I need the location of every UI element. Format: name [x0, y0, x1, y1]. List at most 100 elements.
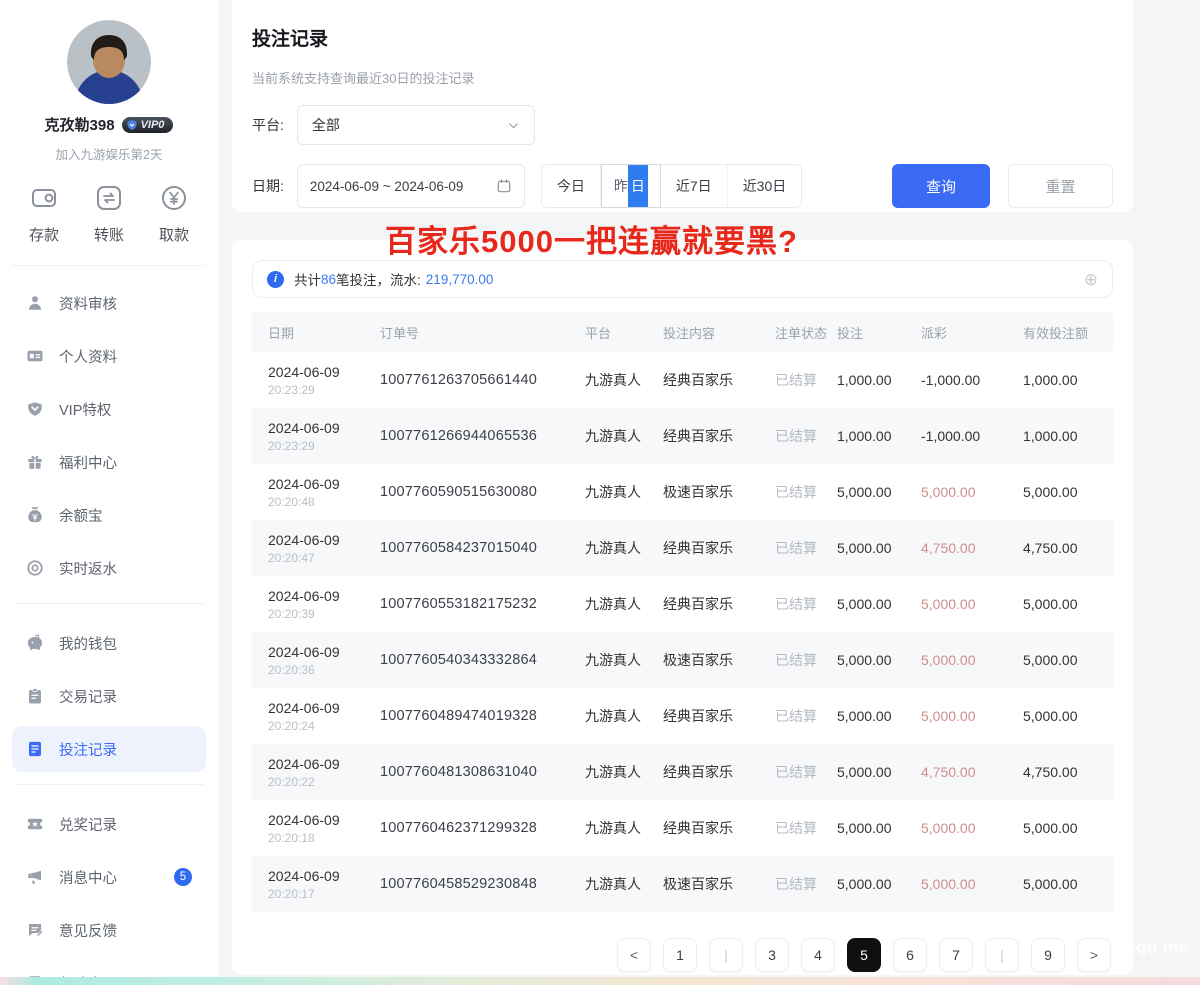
- cell-valid-amount: 4,750.00: [1023, 540, 1113, 556]
- cell-order-number: 1007760553182175232: [380, 596, 585, 612]
- cell-date: 2024-06-0920:20:18: [268, 812, 380, 845]
- cell-date: 2024-06-09 20:20:48: [268, 476, 380, 509]
- row-time: 20:20:47: [268, 551, 380, 565]
- sidebar-item-1-1[interactable]: 交易记录: [12, 673, 206, 719]
- summary-turnover: 219,770.00: [426, 272, 494, 287]
- column-header: 投注内容: [663, 323, 775, 342]
- ellipsis-button[interactable]: |: [709, 938, 743, 972]
- summary-prefix: 共计: [294, 269, 321, 289]
- cell-valid-amount: 1,000.00: [1023, 372, 1113, 388]
- cell-date: 2024-06-0920:23:29: [268, 364, 380, 397]
- search-button[interactable]: 查询: [892, 164, 990, 208]
- money-bag-icon: [26, 506, 46, 524]
- cell-payout: 5,000.00: [921, 820, 1023, 836]
- column-header: 投注: [837, 323, 921, 342]
- row-date: 2024-06-09: [268, 756, 380, 772]
- page-button-6[interactable]: 6: [893, 938, 927, 972]
- cell-bet-amount: 5,000.00: [837, 708, 921, 724]
- id-card-icon: [26, 347, 46, 365]
- date-range-input[interactable]: 2024-06-09 ~ 2024-06-09: [297, 164, 525, 208]
- pagination: <1 | 34567 | 9 >: [252, 938, 1113, 972]
- cell-payout: 4,750.00: [921, 764, 1023, 780]
- cell-bet-content: 经典百家乐: [663, 370, 775, 390]
- prev-page-button[interactable]: <: [617, 938, 651, 972]
- column-header: 有效投注额: [1023, 323, 1113, 342]
- user-avatar[interactable]: [67, 20, 151, 104]
- audit-icon: [26, 294, 46, 312]
- sidebar-menu: 资料审核个人资料 VIP特权福利中心余额宝实时返水我的钱包交易记录投注记录兑奖记录…: [0, 266, 218, 985]
- cell-valid-amount: 4,750.00: [1023, 764, 1113, 780]
- sidebar-item-0-5[interactable]: 实时返水: [12, 545, 206, 591]
- sidebar-item-label: 福利中心: [59, 452, 117, 473]
- quick-action-2[interactable]: 转账: [91, 180, 127, 245]
- page-button-7[interactable]: 7: [939, 938, 973, 972]
- plus-circle-icon[interactable]: ⊕: [1084, 271, 1098, 288]
- sidebar-item-2-2[interactable]: 意见反馈: [12, 907, 206, 953]
- platform-select[interactable]: 全部: [297, 105, 535, 145]
- cell-valid-amount: 1,000.00: [1023, 428, 1113, 444]
- reset-button[interactable]: 重置: [1008, 164, 1113, 208]
- summary-bar: i 共计86笔投注，流水: 219,770.00 ⊕: [252, 260, 1113, 298]
- cell-platform: 九游真人: [585, 818, 663, 838]
- quick-range-label: 近30日: [743, 176, 787, 196]
- quick-range-1[interactable]: 今日: [542, 165, 601, 207]
- cell-valid-amount: 5,000.00: [1023, 484, 1113, 500]
- next-page-button[interactable]: >: [1077, 938, 1111, 972]
- cell-status: 已结算: [775, 426, 837, 446]
- sidebar-item-1-2[interactable]: 投注记录: [12, 726, 206, 772]
- row-time: 20:20:22: [268, 775, 380, 789]
- vip-badge[interactable]: VIP0: [122, 117, 174, 133]
- gift-icon: [26, 453, 46, 471]
- table-row: 2024-06-0920:20:241007760489474019328九游真…: [252, 688, 1113, 744]
- page-button-1[interactable]: 1: [663, 938, 697, 972]
- row-date: 2024-06-09: [268, 476, 380, 492]
- cell-bet-content: 极速百家乐: [663, 650, 775, 670]
- quick-range-2[interactable]: 昨日: [601, 164, 661, 208]
- quick-range-4[interactable]: 近30日: [728, 165, 802, 207]
- quick-range-label: 昨: [614, 176, 628, 196]
- cell-status: 已结算: [775, 594, 837, 614]
- cell-date: 2024-06-0920:20:17: [268, 868, 380, 901]
- sidebar-item-label: 交易记录: [59, 686, 117, 707]
- row-time: 20:20:48: [268, 495, 380, 509]
- cell-bet-content: 经典百家乐: [663, 762, 775, 782]
- ellipsis-button[interactable]: |: [985, 938, 1019, 972]
- sidebar-item-0-0[interactable]: 资料审核: [12, 280, 206, 326]
- page-button-4[interactable]: 4: [801, 938, 835, 972]
- sidebar-item-1-0[interactable]: 我的钱包: [12, 620, 206, 666]
- row-date: 2024-06-09: [268, 644, 380, 660]
- sidebar-item-0-2[interactable]: VIP特权: [12, 386, 206, 432]
- quick-action-1[interactable]: 存款: [26, 180, 62, 245]
- sidebar-item-0-1[interactable]: 个人资料: [12, 333, 206, 379]
- row-time: 20:20:17: [268, 887, 380, 901]
- page-button-9[interactable]: 9: [1031, 938, 1065, 972]
- sidebar-item-label: 余额宝: [59, 505, 103, 526]
- column-header: 注单状态: [775, 323, 837, 342]
- row-date: 2024-06-09: [268, 364, 380, 380]
- date-range-value: 2024-06-09 ~ 2024-06-09: [310, 179, 464, 194]
- cell-bet-amount: 5,000.00: [837, 820, 921, 836]
- table-row: 2024-06-0920:20:471007760584237015040九游真…: [252, 520, 1113, 576]
- cell-bet-content: 极速百家乐: [663, 874, 775, 894]
- sidebar-item-0-3[interactable]: 福利中心: [12, 439, 206, 485]
- column-header: 派彩: [921, 323, 1023, 342]
- sidebar-item-label: 资料审核: [59, 293, 117, 314]
- page-button-3[interactable]: 3: [755, 938, 789, 972]
- wallet-icon: [26, 634, 46, 652]
- page-button-5[interactable]: 5: [847, 938, 881, 972]
- summary-count: 86: [321, 272, 336, 287]
- platform-select-value: 全部: [312, 115, 340, 135]
- quick-range-3[interactable]: 近7日: [661, 165, 728, 207]
- row-time: 20:20:36: [268, 663, 380, 677]
- sidebar-item-2-0[interactable]: 兑奖记录: [12, 801, 206, 847]
- cell-order-number: 1007761266944065536: [380, 428, 585, 444]
- quick-range-label-highlight: 日: [628, 165, 648, 207]
- cell-bet-content: 经典百家乐: [663, 706, 775, 726]
- cell-status: 已结算: [775, 370, 837, 390]
- chevron-down-icon: [507, 119, 520, 132]
- sidebar-item-2-1[interactable]: 消息中心5: [12, 854, 206, 900]
- page-title: 投注记录: [252, 24, 1113, 51]
- row-time: 20:20:39: [268, 607, 380, 621]
- sidebar-item-0-4[interactable]: 余额宝: [12, 492, 206, 538]
- quick-action-3[interactable]: 取款: [156, 180, 192, 245]
